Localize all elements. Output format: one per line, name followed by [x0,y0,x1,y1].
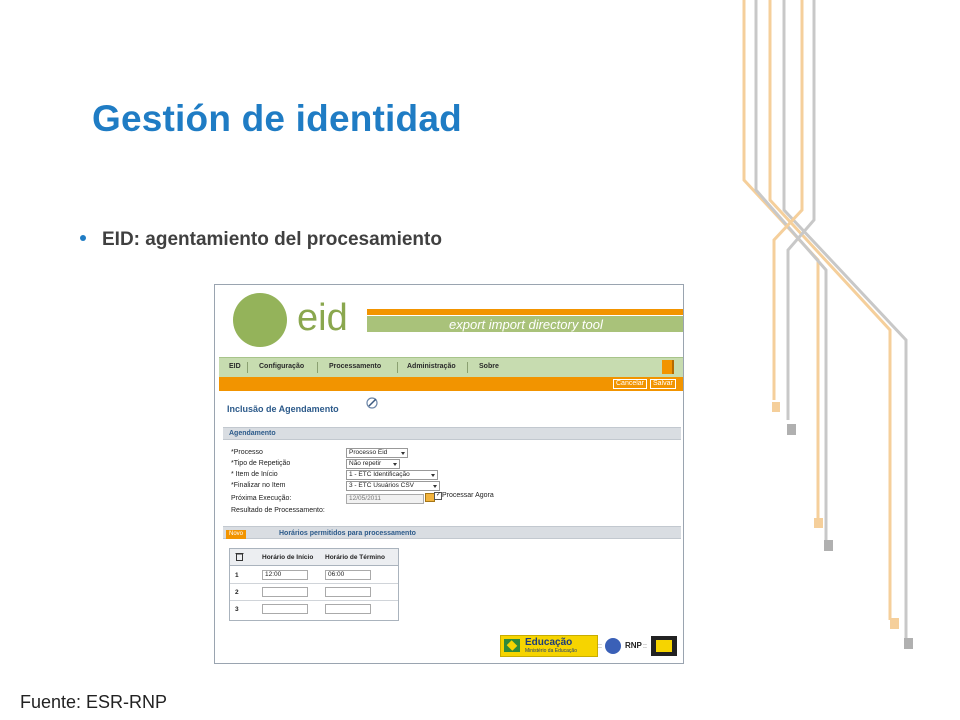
save-button[interactable]: Salvar [650,379,676,389]
nav-item-processamento[interactable]: Processamento [329,363,381,370]
tool-name: export import directory tool [449,317,603,332]
chevron-down-icon [401,452,405,455]
edit-pencil-icon [366,397,378,409]
eid-header: eid export import directory tool [219,285,683,357]
processo-value: Processo Eid [349,449,388,456]
section-agendamento-title: Agendamento [229,430,276,437]
nav-item-configuracao[interactable]: Configuração [259,363,304,370]
nav-item-sobre[interactable]: Sobre [479,363,499,370]
end-time-input[interactable] [325,604,371,614]
source-note: Fuente: ESR-RNP [20,692,168,712]
resultado-label: Resultado de Processamento: [231,507,325,514]
processar-agora-checkbox[interactable]: ✓ [434,492,442,500]
start-time-input[interactable]: 12:00 [262,570,308,580]
rnp-logo: RNP [605,636,642,656]
row-number: 1 [235,572,239,579]
brazil-flag-icon [504,639,520,652]
finalizar-label: *Finalizar no Item [231,482,286,489]
separator-dots: :: [598,643,602,650]
table-header: Horário de Início Horário de Término [230,549,398,566]
tipo-repeticao-value: Não repetir [349,460,382,467]
eid-logo-word: eid [297,297,348,339]
chevron-down-icon [393,463,397,466]
globe-icon [605,638,621,654]
nav-separator [467,362,468,373]
row-number: 2 [235,589,239,596]
nav-separator [397,362,398,373]
novo-button[interactable]: Novo [226,530,246,539]
header-horario-termino: Horário de Término [325,554,385,561]
trash-icon[interactable] [235,552,244,561]
processo-label: *Processo [231,449,263,456]
rnp-text: RNP [625,641,642,650]
page-title: Inclusão de Agendamento [227,404,339,414]
chevron-down-icon [433,485,437,488]
end-time-input[interactable] [325,587,371,597]
cancel-button[interactable]: Cancelar [613,379,648,389]
partner-logo-inner [656,640,672,652]
separator-dots: :: [643,643,647,650]
start-time-input[interactable] [262,604,308,614]
bullet-item: EID: agentamiento del procesamiento [80,229,442,251]
header-orange-strip [367,309,683,315]
main-nav: EID Configuração Processamento Administr… [219,357,683,378]
action-bar: Cancelar Salvar [219,377,683,391]
nav-item-eid[interactable]: EID [229,363,241,370]
finalizar-select[interactable]: 3 - ETC Usuários CSV [346,481,440,491]
check-icon: ✓ [436,492,442,498]
educacao-title: Educação [525,637,573,648]
eid-logo-mark [233,293,287,347]
header-horario-inicio: Horário de Início [262,554,314,561]
item-inicio-value: 1 - ETC Identificação [349,471,410,478]
bullet-text: EID: agentamiento del procesamiento [102,229,442,250]
footer-logos: Educação Ministério da Educação :: RNP :… [499,633,683,659]
tipo-repeticao-label: *Tipo de Repetição [231,460,291,467]
processo-select[interactable]: Processo Eid [346,448,408,458]
decorative-circuit-lines [742,0,913,649]
slide-title: Gestión de identidad [92,98,462,139]
proxima-execucao-label: Próxima Execução: [231,495,292,502]
section-horarios-title: Horários permitidos para processamento [279,530,416,537]
end-time-input[interactable]: 06:00 [325,570,371,580]
book-icon[interactable] [662,360,674,374]
horarios-table: Horário de Início Horário de Término 1 1… [229,548,399,621]
item-inicio-select[interactable]: 1 - ETC Identificação [346,470,438,480]
start-time-input[interactable] [262,587,308,597]
nav-separator [247,362,248,373]
item-inicio-label: * Item de Início [231,471,278,478]
educacao-subtitle: Ministério da Educação [525,648,577,654]
partner-logo-icon [651,636,677,656]
eid-screenshot: eid export import directory tool EID Con… [214,284,684,664]
tipo-repeticao-select[interactable]: Não repetir [346,459,400,469]
educacao-logo: Educação Ministério da Educação [500,635,598,657]
nav-separator [317,362,318,373]
bullet-dot [80,234,86,241]
processar-agora-label: Processar Agora [442,492,494,499]
proxima-execucao-input[interactable]: 12/05/2011 [346,494,424,504]
finalizar-value: 3 - ETC Usuários CSV [349,482,415,489]
row-divider [230,583,398,584]
section-agendamento [223,427,681,440]
row-number: 3 [235,606,239,613]
nav-item-administracao[interactable]: Administração [407,363,456,370]
chevron-down-icon [431,474,435,477]
row-divider [230,600,398,601]
